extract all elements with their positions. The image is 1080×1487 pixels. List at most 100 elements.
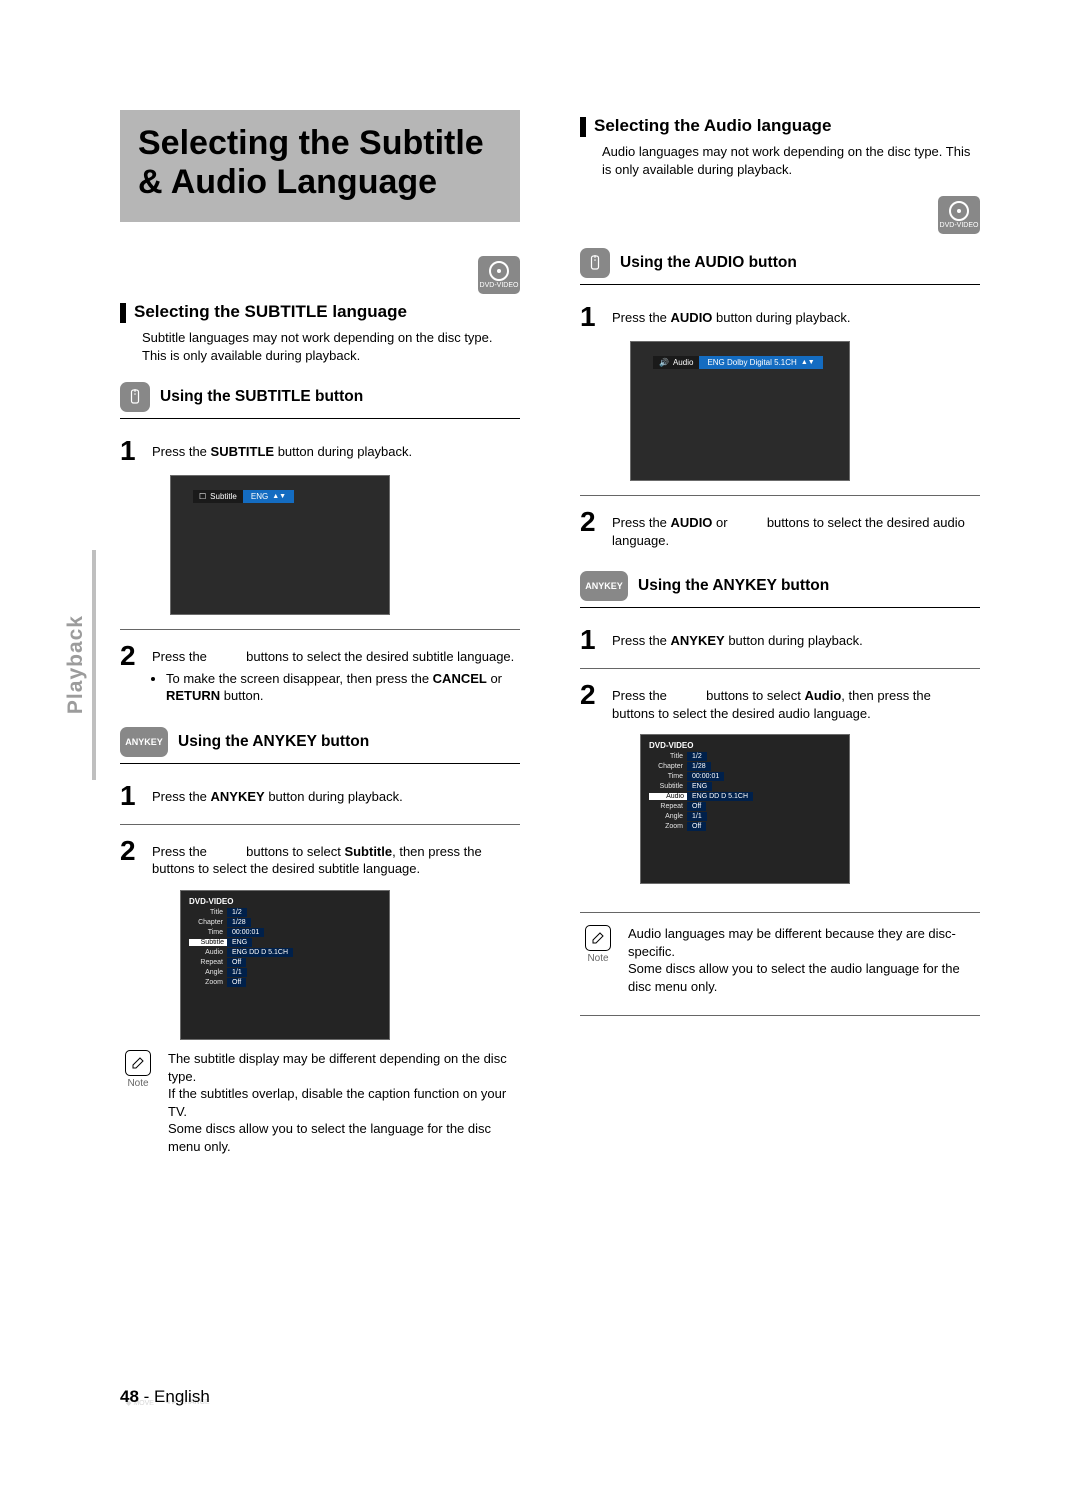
sub-heading-anykey-left: ANYKEY Using the ANYKEY button — [120, 727, 520, 757]
dvd-menu-row-val: 1/28 — [687, 762, 711, 771]
dvd-menu-row-val: Off — [227, 978, 246, 987]
blank-button-icon — [211, 847, 243, 858]
divider — [580, 668, 980, 669]
dvd-menu-row-val: 00:00:01 — [227, 928, 264, 937]
dvd-menu-row: Angle1/1 — [189, 968, 381, 977]
dvd-menu-row: ZoomOff — [189, 978, 381, 987]
dvd-menu-row-key: Subtitle — [189, 939, 227, 946]
dvd-menu-audio-screenshot: DVD-VIDEO Title1/2Chapter1/28Time00:00:0… — [640, 734, 850, 884]
section-audio-lang-text: Selecting the Audio language — [594, 116, 831, 136]
dvd-menu-row-key: Chapter — [649, 763, 687, 770]
note-text: Audio languages may be different because… — [628, 925, 980, 995]
remote-icon — [580, 248, 610, 278]
dvd-menu-row: ZoomOff — [649, 822, 841, 831]
disc-icon — [949, 201, 969, 221]
dvd-menu-row: Chapter1/28 — [649, 762, 841, 771]
divider — [120, 824, 520, 825]
dvd-menu-row-val: Off — [687, 822, 706, 831]
dvd-menu-row-val: 1/2 — [227, 908, 247, 917]
heading-bar-icon — [120, 303, 126, 323]
anykey-pill-icon: ANYKEY — [580, 571, 628, 601]
right-column: Selecting the Audio language Audio langu… — [580, 110, 980, 1155]
dvd-menu-row-key: Repeat — [649, 803, 687, 810]
divider — [580, 607, 980, 608]
updown-icon: ▲▼ — [272, 493, 286, 500]
dvd-menu-row-key: Title — [189, 909, 227, 916]
badge-label: DVD-VIDEO — [480, 282, 519, 289]
sub-heading-anykey-text: Using the ANYKEY button — [638, 577, 829, 595]
divider — [580, 284, 980, 285]
note-label: Note — [127, 1078, 148, 1089]
blank-button-icon — [671, 691, 703, 702]
section-subtitle-lang-heading: Selecting the SUBTITLE language — [120, 302, 520, 323]
dvd-menu-row-val: ENG — [227, 938, 252, 947]
anykey-left-step-2: 2 Press the buttons to select Subtitle, … — [120, 837, 520, 878]
divider — [580, 1015, 980, 1016]
osd-banner: ☐ Subtitle ENG ▲▼ — [193, 490, 294, 503]
sub-heading-subtitle-btn-text: Using the SUBTITLE button — [160, 388, 363, 406]
section-subtitle-lang-note: Subtitle languages may not work dependin… — [142, 329, 520, 364]
dvd-menu-rows-left: Title1/2Chapter1/28Time00:00:01SubtitleE… — [189, 908, 381, 987]
anykey-right-step-2: 2 Press the buttons to select Audio, the… — [580, 681, 980, 722]
page-number: 48 — [120, 1387, 139, 1406]
step-text: Press the ANYKEY button during playback. — [152, 782, 403, 810]
step-text: Press the ANYKEY button during playback. — [612, 626, 863, 654]
sub-heading-audio-btn-text: Using the AUDIO button — [620, 254, 797, 272]
step-number-2: 2 — [580, 681, 602, 722]
dvd-menu-row-key: Time — [649, 773, 687, 780]
note-subtitle: Note The subtitle display may be differe… — [120, 1050, 520, 1155]
blank-button-icon — [211, 652, 243, 663]
dvd-menu-row-key: Repeat — [189, 959, 227, 966]
bullet-cancel-return: To make the screen disappear, then press… — [166, 670, 520, 705]
step-text: Press the buttons to select Subtitle, th… — [152, 837, 520, 878]
dvd-menu-row-key: Zoom — [189, 979, 227, 986]
sub-heading-audio-btn: Using the AUDIO button — [580, 248, 980, 278]
section-subtitle-lang-text: Selecting the SUBTITLE language — [134, 302, 407, 322]
dvd-menu-row-key: Audio — [649, 793, 687, 800]
pencil-icon — [590, 930, 606, 946]
note-icon — [125, 1050, 151, 1076]
step-text: Press the SUBTITLE button during playbac… — [152, 437, 412, 465]
dvd-menu-row-val: 1/1 — [227, 968, 247, 977]
dvd-menu-header: DVD-VIDEO — [189, 897, 381, 906]
dvd-menu-row-val: 1/1 — [687, 812, 707, 821]
remote-icon — [120, 382, 150, 412]
osd-label: 🔊 Audio — [653, 356, 699, 369]
dvd-menu-row-key: Subtitle — [649, 783, 687, 790]
divider — [120, 418, 520, 419]
dvd-menu-row-key: Chapter — [189, 919, 227, 926]
dvd-menu-row: Time00:00:01 — [189, 928, 381, 937]
dvd-menu-subtitle-screenshot: DVD-VIDEO Title1/2Chapter1/28Time00:00:0… — [180, 890, 390, 1040]
section-audio-lang-note: Audio languages may not work depending o… — [602, 143, 980, 178]
dvd-menu-row: Title1/2 — [189, 908, 381, 917]
dvd-menu-row-key: Time — [189, 929, 227, 936]
dvd-video-badge: DVD-VIDEO — [938, 196, 980, 234]
page-footer: 48 - English — [120, 1387, 210, 1407]
blank-button-icon — [935, 691, 967, 702]
osd-banner: 🔊 Audio ENG Dolby Digital 5.1CH ▲▼ — [653, 356, 823, 369]
dvd-menu-row: AudioENG DD D 5.1CH — [189, 948, 381, 957]
subtitle-step-1: 1 Press the SUBTITLE button during playb… — [120, 437, 520, 465]
divider — [120, 763, 520, 764]
step-number-1: 1 — [120, 782, 142, 810]
divider — [580, 912, 980, 913]
note-label: Note — [587, 953, 608, 964]
note-icon — [585, 925, 611, 951]
osd-subtitle-screenshot: ☐ Subtitle ENG ▲▼ — [170, 475, 390, 615]
page-title: Selecting the Subtitle & Audio Language — [138, 124, 502, 202]
remote-glyph — [587, 255, 603, 271]
anykey-right-step-1: 1 Press the ANYKEY button during playbac… — [580, 626, 980, 654]
step-number-2: 2 — [580, 508, 602, 549]
audio-step-1: 1 Press the AUDIO button during playback… — [580, 303, 980, 331]
remote-glyph — [127, 389, 143, 405]
step-number-1: 1 — [580, 626, 602, 654]
dvd-menu-row-key: Angle — [649, 813, 687, 820]
badge-label: DVD-VIDEO — [940, 222, 979, 229]
subtitle-step-2: 2 Press the buttons to select the desire… — [120, 642, 520, 705]
note-text: The subtitle display may be different de… — [168, 1050, 520, 1155]
dvd-menu-row-val: ENG DD D 5.1CH — [227, 948, 293, 957]
step-number-1: 1 — [580, 303, 602, 331]
audio-step-2: 2 Press the AUDIO or buttons to select t… — [580, 508, 980, 549]
dvd-menu-row: Time00:00:01 — [649, 772, 841, 781]
step-number-2: 2 — [120, 642, 142, 705]
